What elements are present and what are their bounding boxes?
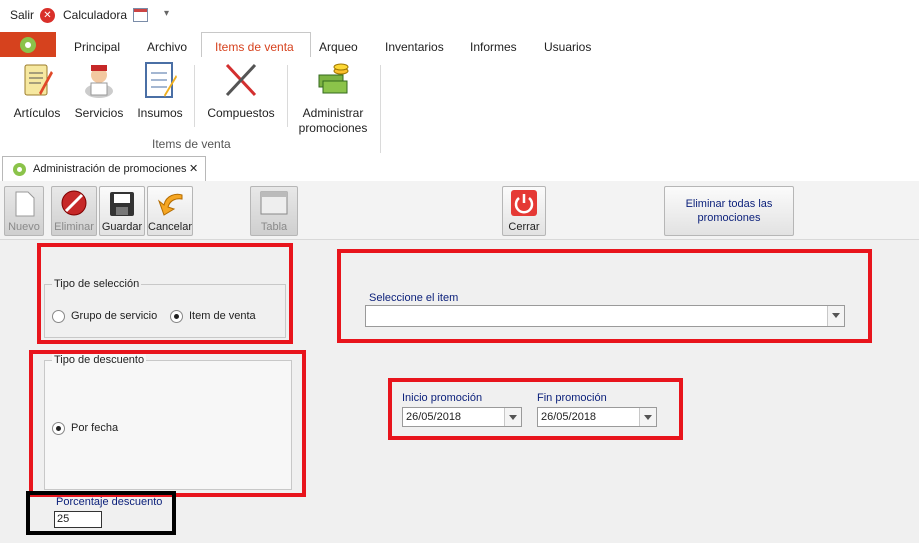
cancelar-label: Cancelar	[148, 221, 193, 233]
document-tab[interactable]: Administración de promociones ✕	[2, 156, 206, 182]
save-icon	[110, 192, 134, 216]
calculadora-label[interactable]: Calculadora	[63, 8, 127, 22]
administrar-promociones-button[interactable]: Administrar promociones	[294, 61, 372, 136]
articulos-label: Artículos	[13, 106, 61, 120]
clipboard-icon	[24, 64, 53, 96]
tab-items-de-venta[interactable]: Items de venta	[215, 40, 294, 54]
app-logo-icon	[13, 163, 26, 176]
highlight-box	[337, 249, 872, 343]
close-icon[interactable]: ✕	[189, 162, 198, 175]
ribbon-tab-strip	[0, 30, 919, 58]
salir-label[interactable]: Salir	[10, 8, 34, 22]
tab-usuarios[interactable]: Usuarios	[544, 40, 591, 54]
compuestos-button[interactable]: Compuestos	[204, 61, 278, 121]
tab-principal[interactable]: Principal	[74, 40, 120, 54]
guardar-label: Guardar	[101, 221, 143, 233]
exit-icon[interactable]: ✕	[40, 8, 55, 23]
servicios-label: Servicios	[74, 106, 124, 120]
eliminar-button[interactable]: Eliminar	[51, 186, 97, 236]
tab-arqueo[interactable]: Arqueo	[319, 40, 358, 54]
insumos-button[interactable]: Insumos	[134, 61, 186, 121]
articulos-button[interactable]: Artículos	[10, 61, 64, 121]
power-icon	[511, 190, 537, 216]
tab-archivo[interactable]: Archivo	[147, 40, 187, 54]
insumos-label: Insumos	[137, 106, 183, 120]
app-logo-icon	[20, 37, 36, 53]
ribbon-separator	[194, 65, 195, 127]
eliminar-todas-button[interactable]: Eliminar todas las promociones	[664, 186, 794, 236]
table-icon	[260, 191, 288, 215]
highlight-box	[388, 378, 683, 440]
ribbon-group-label: Items de venta	[152, 137, 231, 151]
ribbon-separator	[287, 65, 288, 127]
tabla-button[interactable]: Tabla	[250, 186, 298, 236]
waiter-icon	[85, 65, 113, 98]
ribbon-group-separator	[380, 65, 381, 153]
nuevo-button[interactable]: Nuevo	[4, 186, 44, 236]
tabla-label: Tabla	[260, 221, 288, 233]
calendar-icon[interactable]	[133, 8, 148, 22]
guardar-button[interactable]: Guardar	[99, 186, 145, 236]
eliminar-label: Eliminar	[54, 221, 94, 233]
highlight-box	[37, 243, 293, 344]
cancelar-button[interactable]: Cancelar	[147, 186, 193, 236]
compuestos-label: Compuestos	[207, 106, 275, 120]
administrar-label: Administrar promociones	[298, 106, 368, 135]
tools-icon	[225, 63, 257, 97]
new-document-icon	[15, 191, 35, 217]
delete-icon	[61, 190, 87, 216]
quick-access-dropdown[interactable]: ▾	[164, 8, 169, 19]
eliminar-todas-label-1: Eliminar todas las	[685, 198, 773, 210]
money-icon	[318, 63, 349, 94]
tab-inventarios[interactable]: Inventarios	[385, 40, 444, 54]
nuevo-label: Nuevo	[8, 221, 40, 233]
checklist-icon	[145, 62, 177, 98]
tab-informes[interactable]: Informes	[470, 40, 517, 54]
app-menu-button[interactable]	[0, 32, 56, 57]
highlight-box	[29, 350, 306, 497]
cerrar-label: Cerrar	[508, 221, 540, 233]
quick-access-bar: Salir ✕ Calculadora ▾	[0, 0, 919, 30]
cerrar-button[interactable]: Cerrar	[502, 186, 546, 236]
highlight-box	[26, 491, 176, 535]
undo-arrow-icon	[157, 193, 183, 216]
document-tab-title: Administración de promociones	[33, 163, 187, 175]
servicios-button[interactable]: Servicios	[72, 61, 126, 121]
eliminar-todas-label-2: promociones	[697, 212, 761, 224]
ribbon-panel: Artículos Servicios Insumos Compuestos A…	[0, 57, 919, 155]
